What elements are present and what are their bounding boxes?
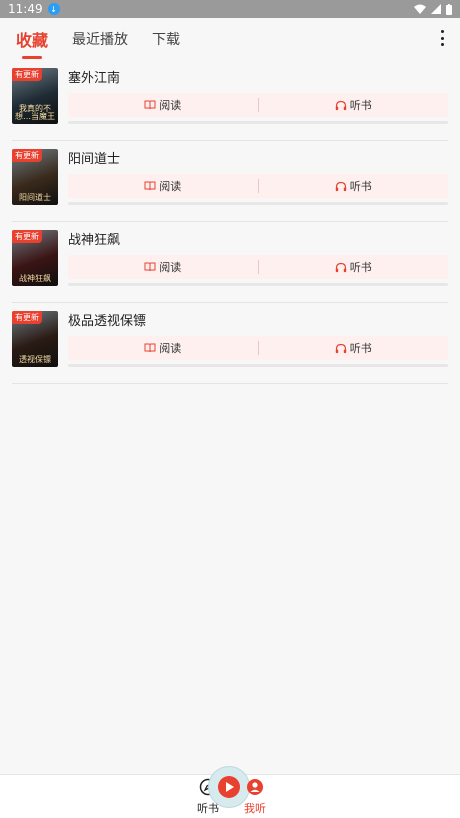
book-list: 有更新 我真的不想…当魔王 塞外江南 阅读 听书 有更新 阳间道士 阳间道士 阅… [0, 60, 460, 384]
play-icon [218, 776, 240, 798]
book-title[interactable]: 塞外江南 [68, 68, 448, 90]
cover-title-art: 我真的不想…当魔王 [15, 104, 55, 121]
read-label: 阅读 [159, 180, 182, 193]
headphones-icon [335, 262, 346, 272]
book-cover[interactable]: 有更新 阳间道士 [12, 149, 58, 205]
update-badge: 有更新 [12, 311, 42, 324]
status-icons [414, 3, 452, 15]
book-title[interactable]: 极品透视保镖 [68, 311, 448, 333]
status-bar: 11:49 ↓ [0, 0, 460, 18]
book-actions: 阅读 听书 [68, 255, 448, 279]
book-info: 极品透视保镖 阅读 听书 [68, 311, 448, 383]
book-item[interactable]: 有更新 透视保镖 极品透视保镖 阅读 听书 [12, 303, 448, 384]
book-info: 塞外江南 阅读 听书 [68, 68, 448, 140]
cover-title-art: 透视保镖 [19, 355, 51, 364]
headphones-icon [335, 343, 346, 353]
book-cover[interactable]: 有更新 战神狂飙 [12, 230, 58, 286]
update-badge: 有更新 [12, 230, 42, 243]
read-label: 阅读 [159, 261, 182, 274]
bottom-nav: 听书 我听 [0, 766, 460, 818]
read-button[interactable]: 阅读 [68, 340, 258, 356]
tab-download[interactable]: 下载 [152, 29, 180, 49]
read-label: 阅读 [159, 99, 182, 112]
nav-mine-label: 我听 [244, 802, 266, 815]
listen-progress-bar [68, 283, 448, 286]
listen-button[interactable]: 听书 [259, 97, 449, 113]
book-open-icon [144, 100, 156, 110]
signal-icon [431, 4, 441, 14]
tab-bar: 收藏 最近播放 下载 [0, 18, 460, 60]
cover-title-art: 战神狂飙 [19, 274, 51, 283]
read-label: 阅读 [159, 342, 182, 355]
listen-button[interactable]: 听书 [259, 259, 449, 275]
book-open-icon [144, 262, 156, 272]
book-info: 战神狂飙 阅读 听书 [68, 230, 448, 302]
more-menu-icon[interactable] [440, 30, 444, 46]
book-item[interactable]: 有更新 我真的不想…当魔王 塞外江南 阅读 听书 [12, 68, 448, 141]
listen-label: 听书 [349, 99, 372, 112]
update-badge: 有更新 [12, 149, 42, 162]
book-open-icon [144, 181, 156, 191]
book-item[interactable]: 有更新 战神狂飙 战神狂飙 阅读 听书 [12, 222, 448, 303]
book-info: 阳间道士 阅读 听书 [68, 149, 448, 221]
book-open-icon [144, 343, 156, 353]
tab-favorites[interactable]: 收藏 [16, 27, 48, 59]
wifi-icon [414, 4, 426, 14]
listen-progress-bar [68, 202, 448, 205]
book-title[interactable]: 阳间道士 [68, 149, 448, 171]
cover-title-art: 阳间道士 [19, 193, 51, 202]
book-actions: 阅读 听书 [68, 336, 448, 360]
listen-button[interactable]: 听书 [259, 178, 449, 194]
status-time: 11:49 [8, 2, 43, 16]
listen-progress-bar [68, 121, 448, 124]
listen-label: 听书 [349, 180, 372, 193]
battery-icon [446, 3, 452, 15]
book-cover[interactable]: 有更新 透视保镖 [12, 311, 58, 367]
download-notification-icon: ↓ [47, 3, 60, 15]
book-actions: 阅读 听书 [68, 93, 448, 117]
listen-progress-bar [68, 364, 448, 367]
nav-mine[interactable]: 我听 [240, 778, 270, 816]
headphones-icon [335, 181, 346, 191]
book-cover[interactable]: 有更新 我真的不想…当魔王 [12, 68, 58, 124]
read-button[interactable]: 阅读 [68, 178, 258, 194]
book-item[interactable]: 有更新 阳间道士 阳间道士 阅读 听书 [12, 141, 448, 222]
listen-label: 听书 [349, 342, 372, 355]
book-title[interactable]: 战神狂飙 [68, 230, 448, 252]
headphones-icon [335, 100, 346, 110]
read-button[interactable]: 阅读 [68, 259, 258, 275]
tab-recent[interactable]: 最近播放 [72, 29, 128, 49]
read-button[interactable]: 阅读 [68, 97, 258, 113]
book-actions: 阅读 听书 [68, 174, 448, 198]
listen-button[interactable]: 听书 [259, 340, 449, 356]
listen-label: 听书 [349, 261, 372, 274]
update-badge: 有更新 [12, 68, 42, 81]
user-icon [247, 779, 263, 795]
